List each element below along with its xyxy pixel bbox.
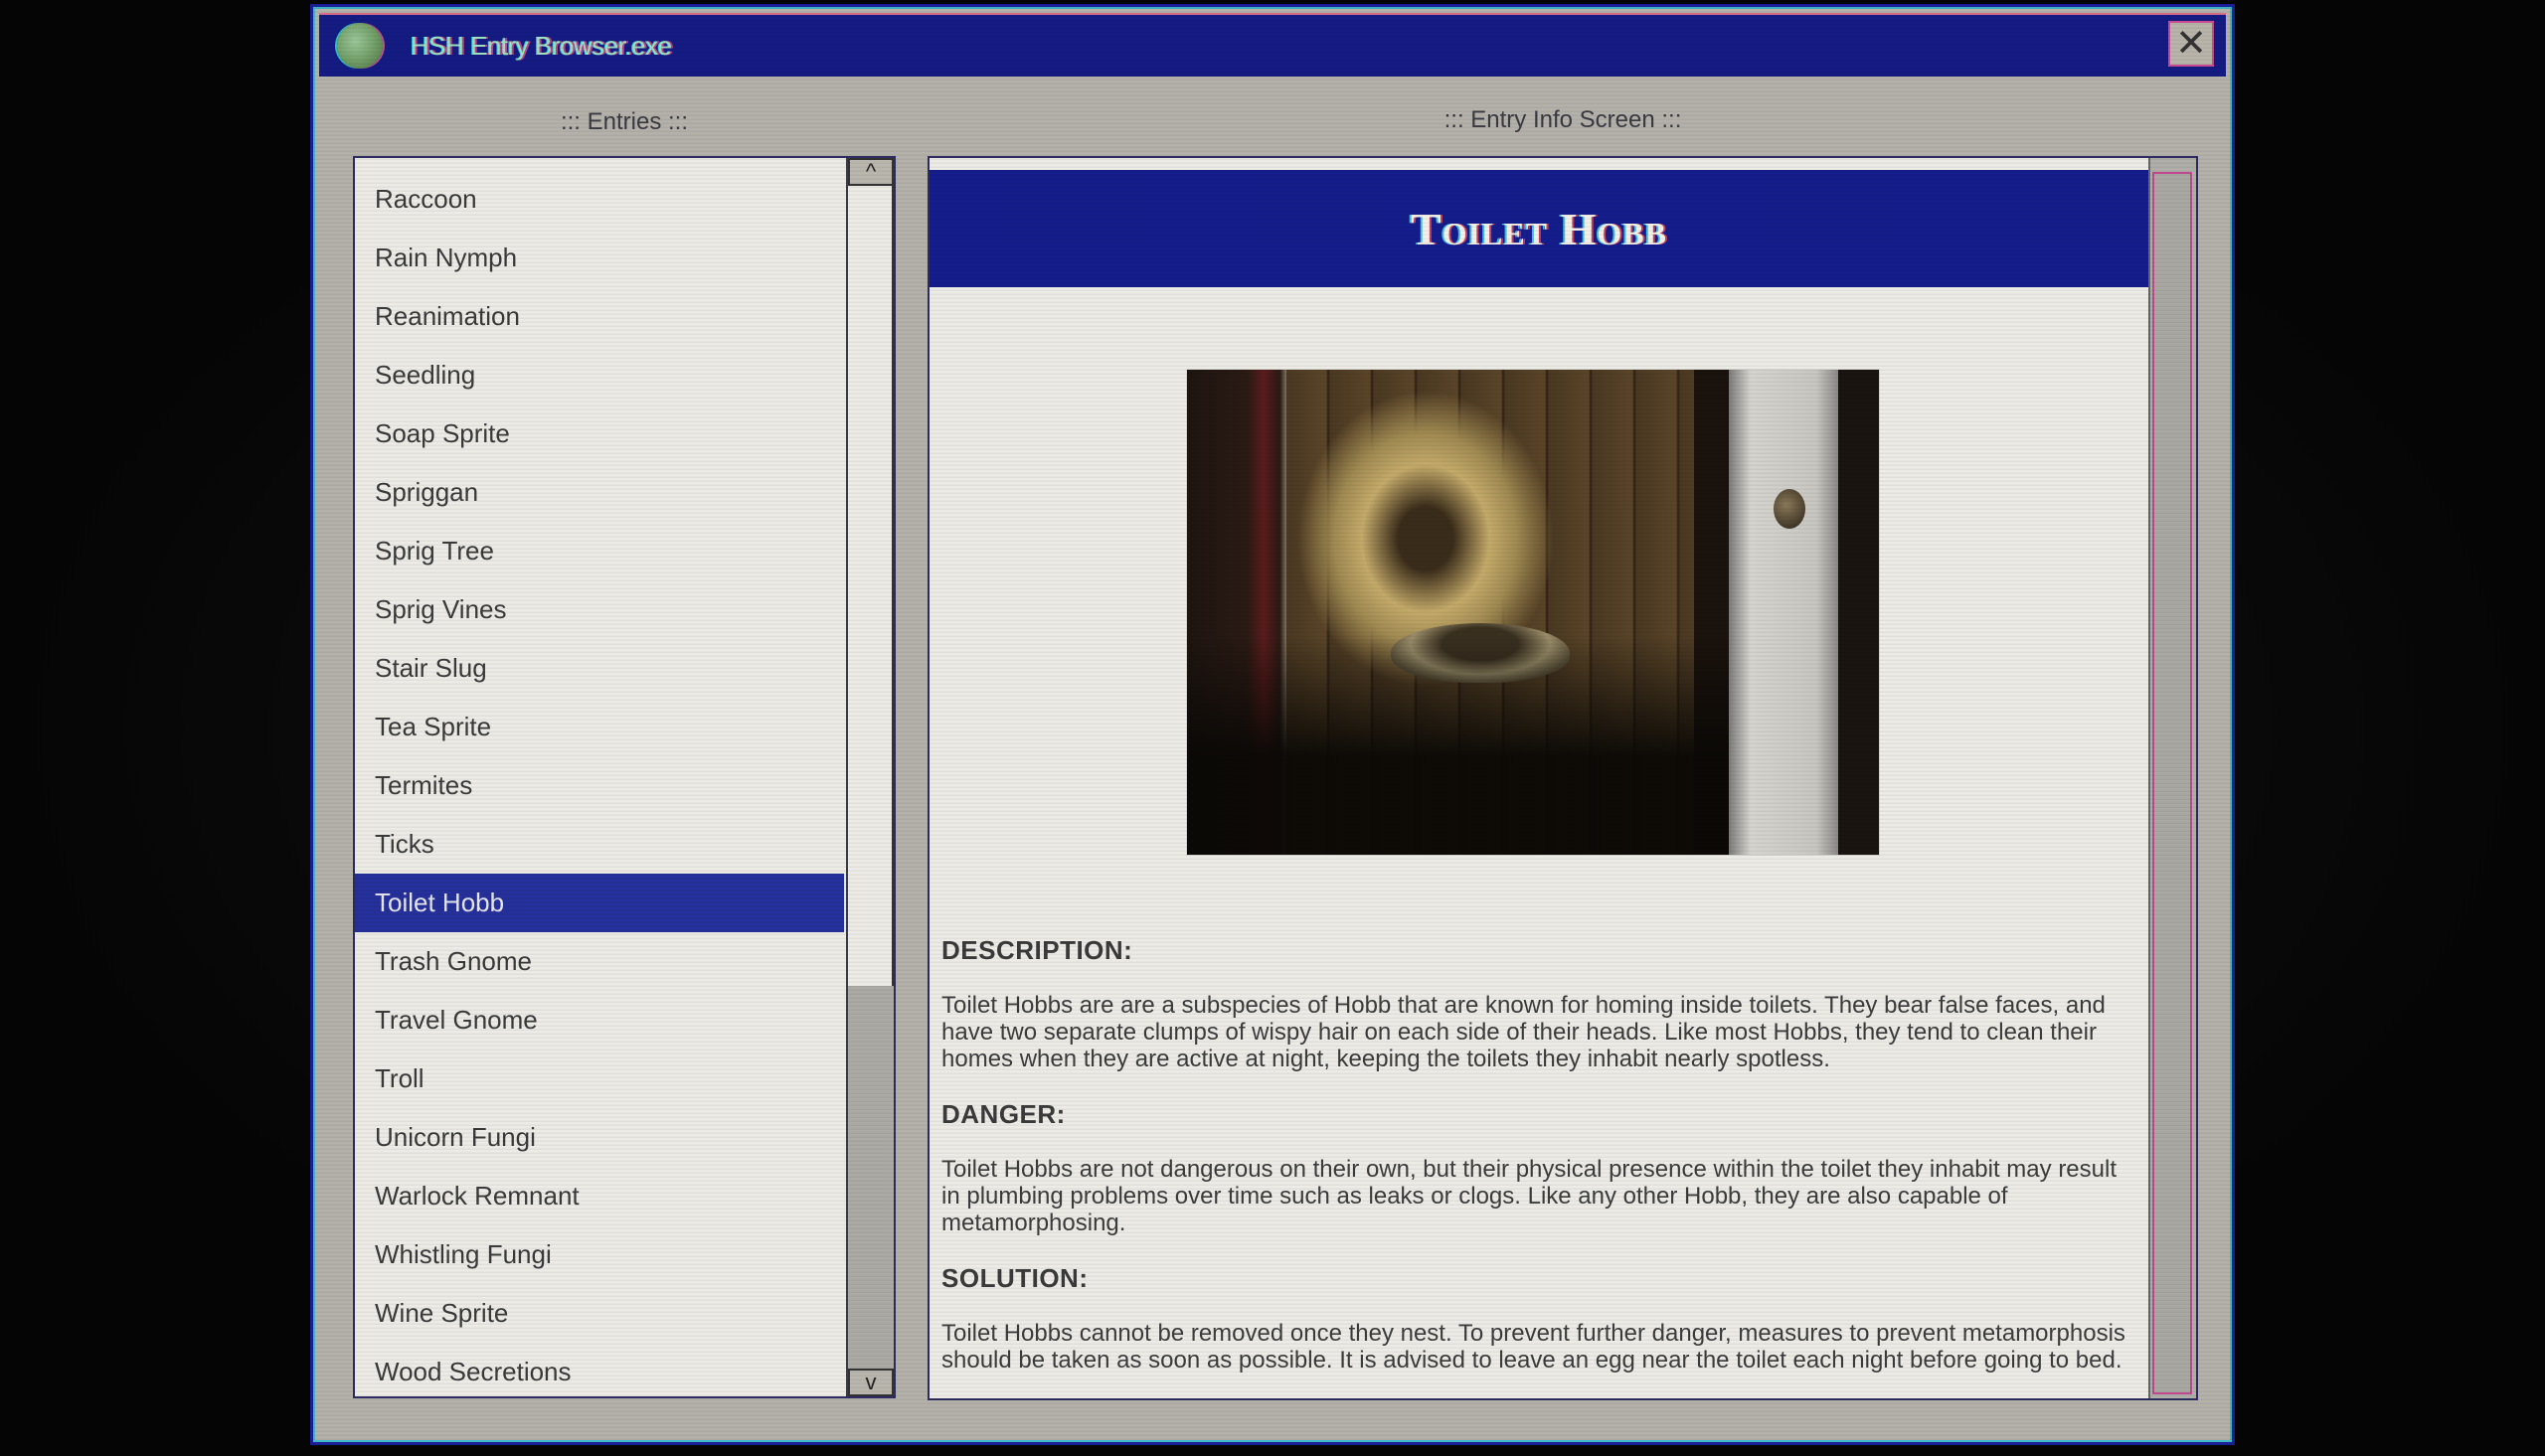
list-item[interactable]: Sprig Tree: [355, 522, 844, 580]
list-item[interactable]: Raccoon: [355, 170, 844, 229]
solution-text: Toilet Hobbs cannot be removed once they…: [941, 1320, 2125, 1374]
list-item[interactable]: Seedling: [355, 346, 844, 404]
entries-list[interactable]: Raccoon Rain Nymph Reanimation Seedling Soap…: [353, 156, 896, 1398]
photo-door-edge: [1838, 370, 1879, 855]
photo-white-door: [1729, 370, 1838, 855]
chevron-up-icon: ^: [865, 159, 877, 184]
entry-title: Toilet Hobb: [1411, 203, 1667, 254]
danger-text: Toilet Hobbs are not dangerous on their …: [941, 1156, 2117, 1236]
entries-list-items: Raccoon Rain Nymph Reanimation Seedling Soap…: [355, 158, 844, 1396]
entry-info-scroll-thumb[interactable]: [2152, 172, 2192, 1394]
app-window: HSH Entry Browser.exe ✕ ::: Entries ::: …: [310, 4, 2235, 1445]
chevron-down-icon: v: [865, 1370, 877, 1394]
title-bar[interactable]: HSH Entry Browser.exe ✕: [319, 13, 2226, 77]
close-button[interactable]: ✕: [2168, 21, 2214, 67]
list-item-selected[interactable]: Toilet Hobb: [355, 874, 844, 932]
list-item[interactable]: Spriggan: [355, 463, 844, 522]
list-item[interactable]: Soap Sprite: [355, 404, 844, 463]
entry-info-label: ::: Entry Info Screen :::: [1443, 106, 1682, 133]
entries-scroll-thumb[interactable]: [848, 186, 894, 986]
list-item[interactable]: Ticks: [355, 815, 844, 874]
entry-photo: [1186, 369, 1880, 856]
list-item[interactable]: Wood Secretions: [355, 1343, 844, 1396]
list-item[interactable]: Wine Sprite: [355, 1284, 844, 1343]
list-item[interactable]: Rain Nymph: [355, 229, 844, 287]
list-item[interactable]: Trash Gnome: [355, 932, 844, 991]
globe-icon: [337, 23, 383, 69]
description-text: Toilet Hobbs are are a subspecies of Hob…: [941, 992, 2106, 1072]
list-item[interactable]: Sprig Vines: [355, 580, 844, 639]
list-item[interactable]: Tea Sprite: [355, 698, 844, 756]
entry-info-scrollbar[interactable]: [2148, 158, 2196, 1398]
list-item[interactable]: Termites: [355, 756, 844, 815]
list-item[interactable]: Unicorn Fungi: [355, 1108, 844, 1167]
description-heading: DESCRIPTION:: [941, 935, 1133, 965]
entry-info-panel: Toilet Hobb DESCRIPTION: Toilet Hobbs ar…: [928, 156, 2198, 1400]
entry-title-banner: Toilet Hobb: [930, 170, 2148, 287]
list-item[interactable]: Stair Slug: [355, 639, 844, 698]
description-section: DESCRIPTION: Toilet Hobbs are are a subs…: [941, 935, 2136, 1072]
list-item[interactable]: Travel Gnome: [355, 991, 844, 1050]
danger-section: DANGER: Toilet Hobbs are not dangerous o…: [941, 1099, 2136, 1236]
list-item[interactable]: Reanimation: [355, 287, 844, 346]
entry-info-content: Toilet Hobb DESCRIPTION: Toilet Hobbs ar…: [930, 170, 2148, 1398]
entries-scrollbar[interactable]: ^ v: [846, 158, 894, 1396]
entries-label: ::: Entries :::: [560, 108, 689, 135]
list-item[interactable]: Warlock Remnant: [355, 1167, 844, 1225]
close-x-icon: ✕: [2175, 23, 2207, 65]
list-item[interactable]: Troll: [355, 1050, 844, 1108]
scroll-down-button[interactable]: v: [848, 1369, 894, 1396]
photo-door-knob: [1774, 489, 1805, 529]
danger-heading: DANGER:: [941, 1099, 1066, 1129]
list-item[interactable]: Whistling Fungi: [355, 1225, 844, 1284]
window-title: HSH Entry Browser.exe: [411, 30, 672, 61]
solution-section: SOLUTION: Toilet Hobbs cannot be removed…: [941, 1263, 2136, 1374]
scroll-up-button[interactable]: ^: [848, 158, 894, 186]
solution-heading: SOLUTION:: [941, 1263, 1089, 1293]
